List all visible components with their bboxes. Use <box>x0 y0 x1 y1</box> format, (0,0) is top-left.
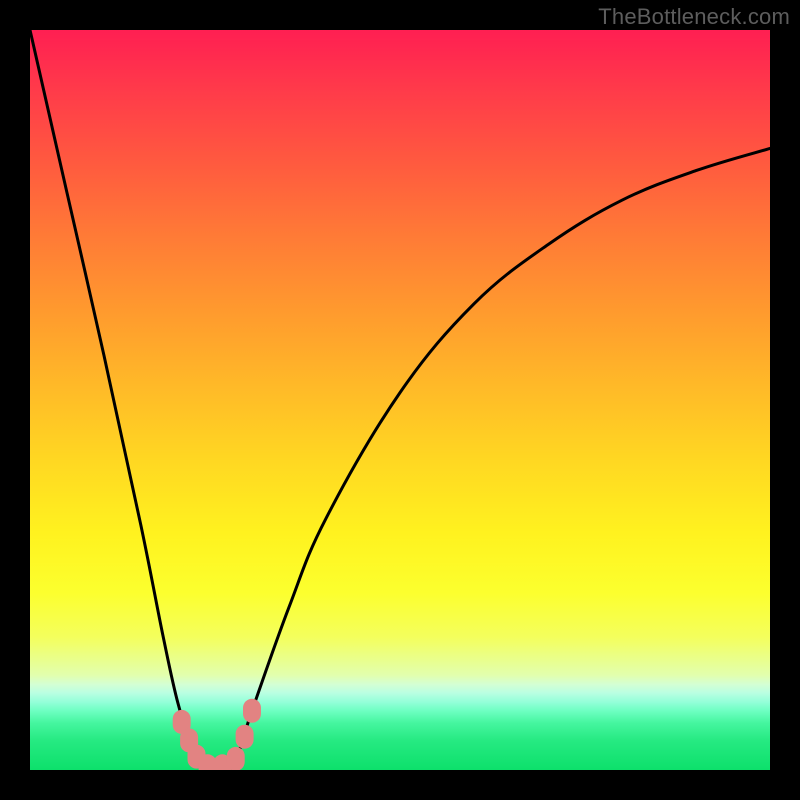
watermark-text: TheBottleneck.com <box>598 4 790 30</box>
chart-plot-area <box>30 30 770 770</box>
curve-marker <box>243 699 261 723</box>
curve-marker <box>227 747 245 770</box>
bottleneck-curve <box>30 30 770 770</box>
chart-frame: TheBottleneck.com <box>0 0 800 800</box>
curve-marker <box>236 725 254 749</box>
